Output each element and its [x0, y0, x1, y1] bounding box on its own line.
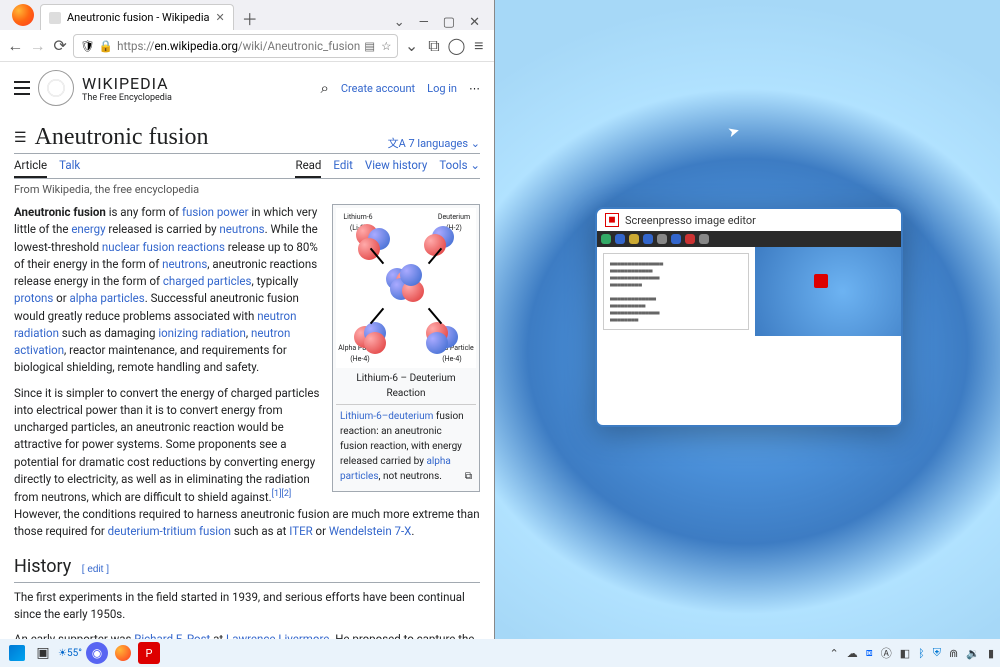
preview-title-text: Screenpresso image editor — [625, 214, 756, 227]
forward-button[interactable]: → — [28, 34, 46, 58]
tab-tools[interactable]: Tools ⌄ — [439, 158, 480, 178]
wikipedia-wordmark[interactable]: WIKIPEDIA The Free Encyclopedia — [82, 74, 172, 103]
url-bar[interactable]: 🛡 🔒 https://en.wikipedia.org/wiki/Aneutr… — [73, 34, 398, 58]
page-content: WIKIPEDIA The Free Encyclopedia ⌕ Create… — [0, 62, 494, 639]
edit-section-link[interactable]: [ edit ] — [82, 564, 109, 575]
tray-chevron-icon[interactable]: ⌃ — [830, 647, 839, 660]
preview-titlebar: ◼ Screenpresso image editor — [597, 209, 901, 231]
wp-more-icon[interactable]: ⋯ — [469, 82, 480, 95]
onedrive-icon[interactable]: ☁ — [847, 647, 858, 660]
url-text: https://en.wikipedia.org/wiki/Aneutronic… — [117, 39, 360, 53]
wikipedia-globe-icon[interactable] — [38, 70, 74, 106]
infobox-image[interactable]: Lithium-6 (Li-6) Deuterium (H-2) Alpha P… — [336, 208, 476, 368]
tab-strip: Aneutronic fusion - Wikipedia ✕ ＋ ⌄ — ▢ … — [0, 0, 494, 30]
infobox-description: Lithium-6–deuterium fusion reaction: an … — [336, 404, 476, 488]
tab-read[interactable]: Read — [295, 158, 321, 178]
firefox-logo-icon — [12, 4, 34, 26]
account-icon[interactable]: ◯ — [447, 34, 465, 58]
back-button[interactable]: ← — [6, 34, 24, 58]
windows-taskbar[interactable]: ▣ ☀55° ◉ P ⌃ ☁ ⧈ Ⓐ ◧ ᛒ ⛨ ⋒ 🔉 ▮ — [0, 639, 1000, 667]
tab-title: Aneutronic fusion - Wikipedia — [67, 11, 210, 24]
pdf-icon — [814, 274, 828, 288]
language-selector[interactable]: 文A 7 languages ⌄ — [388, 135, 480, 151]
tab-talk[interactable]: Talk — [59, 158, 80, 178]
toolbar: ← → ⟳ 🛡 🔒 https://en.wikipedia.org/wiki/… — [0, 30, 494, 62]
tab-favicon — [49, 12, 61, 24]
dropbox-icon[interactable]: ⧈ — [866, 646, 873, 660]
wp-menu-icon[interactable] — [14, 81, 30, 95]
new-tab-button[interactable]: ＋ — [238, 6, 262, 30]
history-p1: The first experiments in the field start… — [14, 589, 480, 624]
article-tabs: Article Talk Read Edit View history Tool… — [14, 158, 480, 179]
security-icon[interactable]: ⛨ — [933, 646, 941, 660]
weather-widget[interactable]: ☀55° — [58, 642, 82, 664]
tab-close-icon[interactable]: ✕ — [216, 11, 225, 24]
task-view-icon[interactable]: ▣ — [32, 642, 54, 664]
window-close-icon[interactable]: ✕ — [469, 15, 480, 30]
lock-icon[interactable]: 🔒 — [99, 39, 113, 53]
window-preview-screenpresso[interactable]: ◼ Screenpresso image editor ▄▄▄▄▄▄▄▄▄▄▄▄… — [595, 207, 903, 427]
pocket-icon[interactable]: ⌄ — [402, 34, 420, 58]
contents-toggle-icon[interactable]: ☰ — [14, 130, 27, 146]
wifi-icon[interactable]: ⋒ — [949, 647, 958, 660]
discord-icon[interactable]: ◉ — [86, 642, 108, 664]
preview-desktop-thumb — [755, 247, 901, 336]
article-body: Lithium-6 (Li-6) Deuterium (H-2) Alpha P… — [14, 204, 480, 639]
start-button[interactable] — [6, 642, 28, 664]
firefox-taskbar-icon[interactable] — [112, 642, 134, 664]
history-p2: An early supporter was Richard F. Post a… — [14, 631, 480, 639]
section-history-heading: History [ edit ] — [14, 553, 480, 583]
firefox-window: Aneutronic fusion - Wikipedia ✕ ＋ ⌄ — ▢ … — [0, 0, 495, 639]
wikipedia-header: WIKIPEDIA The Free Encyclopedia ⌕ Create… — [14, 70, 480, 112]
window-maximize-icon[interactable]: ▢ — [443, 15, 455, 30]
infobox-caption: Lithium-6 – Deuterium Reaction — [336, 368, 476, 404]
infobox: Lithium-6 (Li-6) Deuterium (H-2) Alpha P… — [332, 204, 480, 492]
article-subtitle: From Wikipedia, the free encyclopedia — [14, 183, 480, 196]
bluetooth-icon[interactable]: ᛒ — [918, 647, 925, 660]
log-in-link[interactable]: Log in — [427, 82, 457, 95]
tray-language-icon[interactable]: Ⓐ — [881, 645, 892, 661]
preview-toolbar — [597, 231, 901, 247]
extensions-icon[interactable]: ⧉ — [425, 34, 443, 58]
reload-button[interactable]: ⟳ — [51, 34, 69, 58]
wp-search-icon[interactable]: ⌕ — [320, 79, 328, 97]
article-title: Aneutronic fusion — [35, 124, 209, 151]
tab-view-history[interactable]: View history — [365, 158, 427, 178]
infobox-expand-icon[interactable]: ⧉ — [465, 469, 472, 484]
screenpresso-taskbar-icon[interactable]: P — [138, 642, 160, 664]
reader-mode-icon[interactable]: ▤ — [364, 39, 375, 53]
browser-tab-active[interactable]: Aneutronic fusion - Wikipedia ✕ — [40, 4, 234, 30]
tray-app-icon[interactable]: ◧ — [900, 647, 910, 660]
tab-edit[interactable]: Edit — [333, 158, 352, 178]
battery-icon[interactable]: ▮ — [988, 647, 994, 660]
shield-icon[interactable]: 🛡 — [80, 39, 95, 53]
bookmark-star-icon[interactable]: ☆ — [381, 39, 391, 53]
screenpresso-icon: ◼ — [605, 213, 619, 227]
volume-icon[interactable]: 🔉 — [966, 647, 980, 660]
create-account-link[interactable]: Create account — [341, 82, 415, 95]
tabs-dropdown-icon[interactable]: ⌄ — [394, 15, 405, 30]
preview-doc-thumb: ▄▄▄▄▄▄▄▄▄▄▄▄▄▄▄▄▄▄▄▄▄▄▄▄▄▄▄▄▄▄▄▄▄▄▄▄▄▄▄▄… — [603, 253, 749, 330]
window-minimize-icon[interactable]: — — [419, 15, 429, 30]
tab-article[interactable]: Article — [14, 158, 47, 178]
app-menu-icon[interactable]: ≡ — [470, 34, 488, 58]
